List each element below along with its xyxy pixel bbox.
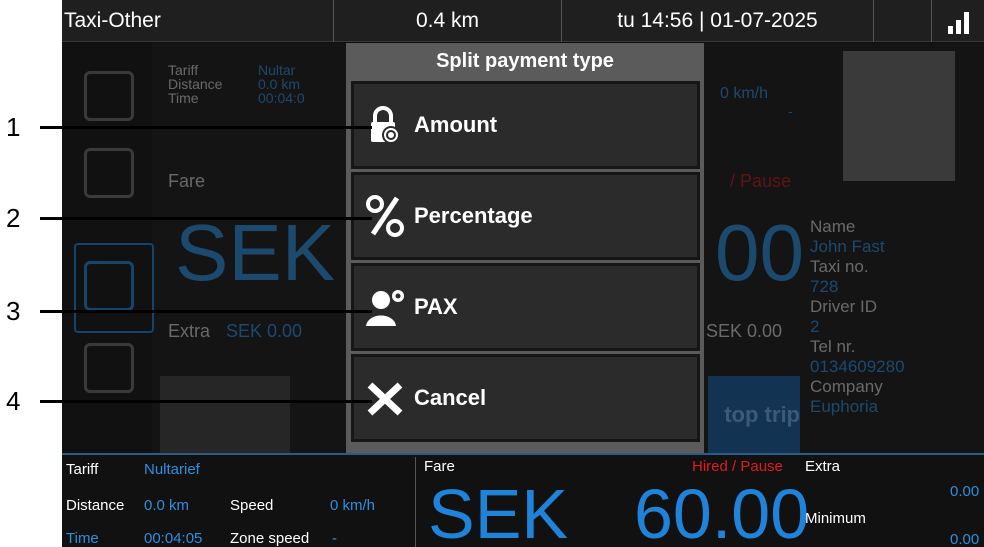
- signal-strength-icon: [932, 0, 984, 42]
- pax-label: PAX: [414, 294, 458, 319]
- time-label: Time: [66, 530, 99, 547]
- trip-status: / Pause: [730, 171, 792, 191]
- callout-4: 4: [6, 386, 21, 416]
- callout-line-2: [40, 217, 372, 220]
- tariff-label: Tariff: [66, 461, 99, 478]
- trip-distance-label: Distance: [168, 76, 223, 92]
- name-label: Name: [810, 217, 856, 236]
- trip-zone-speed-value: -: [788, 103, 793, 119]
- meter-bottom-bar: Tariff Nultarief Distance 0.0 km Speed 0…: [62, 453, 984, 547]
- callout-line-3: [40, 310, 372, 313]
- left-nav: [62, 43, 154, 453]
- clock-date: tu 14:56 | 01-07-2025: [562, 0, 874, 42]
- percent-icon: [366, 195, 404, 237]
- taxi-list-icon[interactable]: [84, 148, 134, 198]
- hire-status: Hired / Pause: [692, 458, 783, 475]
- cancel-option[interactable]: Cancel: [351, 354, 700, 442]
- taxi-no-value: 728: [810, 277, 839, 296]
- callout-1: 1: [6, 112, 21, 142]
- passenger-icon: [366, 290, 404, 326]
- dialog-title: Split payment type: [436, 50, 614, 72]
- trip-fare-label: Fare: [168, 171, 206, 191]
- fare-label: Fare: [424, 458, 455, 475]
- minimum-label: Minimum: [805, 510, 866, 527]
- trip-big-value: 00: [715, 208, 804, 297]
- taxi-meter-screen: Taxi-Other 0.4 km tu 14:56 | 01-07-2025 …: [62, 0, 984, 547]
- time-value: 00:04:05: [144, 530, 203, 547]
- wireless-icon[interactable]: [84, 343, 134, 393]
- stop-trip-button[interactable]: top trip: [708, 376, 800, 453]
- callout-line-4: [40, 400, 372, 403]
- driver-profile-panel: Name John Fast Taxi no. 728 Driver ID 2 …: [807, 43, 984, 453]
- fare-amount: 60.00: [634, 475, 810, 547]
- trip-extra-value: SEK 0.00: [226, 321, 303, 341]
- company-value: Euphoria: [810, 397, 879, 416]
- speed-label: Speed: [230, 497, 274, 514]
- tel-label: Tel nr.: [810, 337, 856, 356]
- status-empty-cell: [874, 0, 932, 42]
- tel-value: 0134609280: [810, 357, 905, 376]
- extra-value: 0.00: [950, 483, 980, 500]
- minimum-value: 0.00: [950, 531, 980, 547]
- trip-tariff-label: Tariff: [168, 62, 199, 78]
- name-value: John Fast: [810, 237, 885, 256]
- extra-label: Extra: [805, 458, 841, 475]
- driver-id-label: Driver ID: [810, 297, 878, 316]
- zone-speed-label: Zone speed: [230, 530, 310, 547]
- trip-extra-label: Extra: [168, 321, 211, 341]
- callout-line-1: [40, 126, 372, 129]
- speed-value: 0 km/h: [330, 497, 376, 514]
- trip-distance-value: 0.0 km: [258, 76, 301, 92]
- trip-extra-value-right: SEK 0.00: [706, 321, 783, 341]
- pax-option[interactable]: PAX: [351, 263, 700, 351]
- distance-label: Distance: [66, 497, 125, 514]
- bottom-separator: [415, 457, 416, 547]
- add-stop-button[interactable]: [160, 376, 290, 453]
- callout-3: 3: [6, 296, 21, 326]
- fare-currency: SEK: [428, 475, 569, 547]
- taxi-clock-icon[interactable]: [84, 261, 134, 311]
- percentage-label: Percentage: [414, 203, 533, 228]
- trip-speed-value: 0 km/h: [720, 85, 769, 102]
- percentage-option[interactable]: Percentage: [351, 172, 700, 260]
- lock-coin-icon: [371, 106, 400, 144]
- split-payment-dialog: Split payment type Amount Percentage PAX…: [346, 43, 704, 453]
- driver-avatar: [843, 51, 955, 181]
- zone-speed-value: -: [332, 530, 337, 547]
- callout-2: 2: [6, 203, 21, 233]
- home-icon[interactable]: [84, 71, 134, 121]
- amount-label: Amount: [414, 112, 498, 137]
- trip-tariff-value: Nultar: [258, 62, 296, 78]
- distance-value: 0.0 km: [144, 497, 190, 514]
- trip-time-label: Time: [168, 90, 199, 106]
- app-title: Taxi-Other: [62, 0, 334, 42]
- trip-time-value: 00:04:0: [258, 90, 305, 106]
- cancel-x-icon: [367, 382, 403, 416]
- cancel-label: Cancel: [414, 385, 487, 410]
- amount-option[interactable]: Amount: [351, 81, 700, 169]
- taxi-no-label: Taxi no.: [810, 257, 869, 276]
- status-bar: Taxi-Other 0.4 km tu 14:56 | 01-07-2025: [62, 0, 984, 42]
- trip-big-currency: SEK: [175, 208, 336, 297]
- company-label: Company: [810, 377, 883, 396]
- trip-distance: 0.4 km: [334, 0, 562, 42]
- tariff-value: Nultarief: [144, 461, 200, 478]
- driver-id-value: 2: [810, 317, 820, 336]
